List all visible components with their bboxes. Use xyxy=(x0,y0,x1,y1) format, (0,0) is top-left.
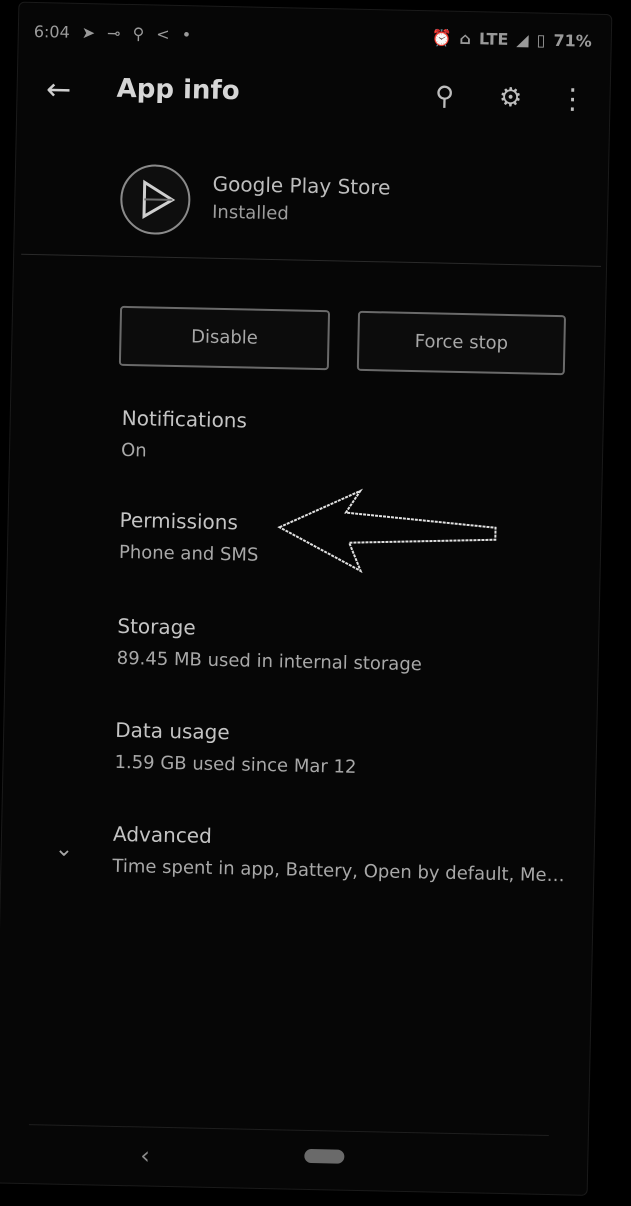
back-arrow-icon[interactable]: ← xyxy=(38,70,79,111)
help-icon[interactable]: ⚙ xyxy=(490,78,531,119)
hotspot-icon: ⌂ xyxy=(459,28,472,49)
force-stop-button[interactable]: Force stop xyxy=(356,310,567,376)
more-vert-icon[interactable]: ⋮ xyxy=(552,79,593,120)
nav-back-icon[interactable]: ‹ xyxy=(140,1141,150,1169)
play-store-icon xyxy=(119,163,192,236)
alarm-icon: ⏰ xyxy=(431,28,452,48)
navigation-icon: ➤ xyxy=(81,22,96,43)
link-icon: ⊸ xyxy=(106,23,121,43)
page-title: App info xyxy=(116,73,240,107)
app-status: Installed xyxy=(211,201,289,225)
annotation-arrow-icon xyxy=(277,488,497,574)
data-usage-row[interactable]: Data usage 1.59 GB used since Mar 12 xyxy=(114,718,585,783)
app-bar: ← App info ⚲ ⚙ ⋮ xyxy=(24,64,595,132)
phone-screen: 6:04 ➤ ⊸ ⚲ < • ⏰ ⌂ LTE ◢ ▯ 71% ← App inf… xyxy=(0,0,631,1206)
chevron-down-icon[interactable]: ⌄ xyxy=(54,837,73,862)
notifications-row[interactable]: Notifications On xyxy=(121,406,592,471)
navigation-bar: ‹ xyxy=(27,1124,549,1194)
advanced-row[interactable]: Advanced Time spent in app, Battery, Ope… xyxy=(112,822,583,887)
status-time: 6:04 xyxy=(33,21,70,42)
battery-icon: ▯ xyxy=(536,30,546,50)
disable-button[interactable]: Disable xyxy=(118,305,331,371)
storage-row[interactable]: Storage 89.45 MB used in internal storag… xyxy=(117,614,588,679)
dot-icon: • xyxy=(181,25,192,45)
search-icon[interactable]: ⚲ xyxy=(424,76,465,117)
nav-home-pill[interactable] xyxy=(304,1148,345,1164)
battery-level: 71% xyxy=(553,30,592,51)
network-type: LTE xyxy=(478,29,509,49)
person-icon: ⚲ xyxy=(132,24,145,44)
app-name: Google Play Store xyxy=(212,171,391,200)
app-header: Google Play Store Installed xyxy=(21,154,603,267)
signal-icon: ◢ xyxy=(516,30,529,50)
share-icon: < xyxy=(156,24,170,44)
